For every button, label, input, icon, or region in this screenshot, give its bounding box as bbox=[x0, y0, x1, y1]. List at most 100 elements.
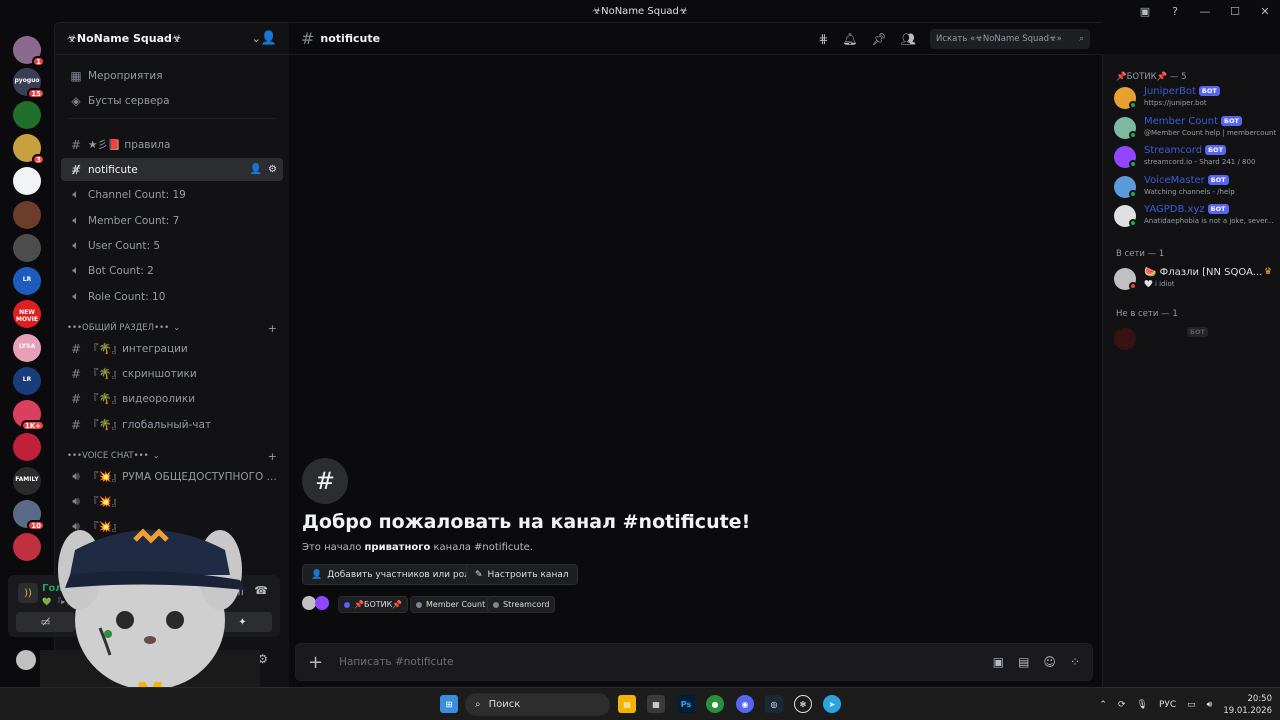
server-icon[interactable] bbox=[13, 433, 41, 461]
server-icon[interactable]: NEW MOVIE bbox=[13, 300, 41, 328]
server-icon[interactable]: pyoguo 15 bbox=[13, 68, 45, 99]
gif-icon[interactable]: ▣ bbox=[993, 655, 1004, 669]
channel-settings-button[interactable]: ✎ Настроить канал bbox=[466, 564, 578, 585]
server-icon[interactable]: 3 bbox=[13, 134, 45, 165]
status-dot bbox=[1129, 189, 1137, 198]
channel-role-count[interactable]: 🔈︎ Role Count: 10 bbox=[61, 285, 283, 308]
maximize-icon[interactable]: ☐ bbox=[1220, 0, 1250, 22]
welcome-subtitle: Это начало приватного канала #notificute… bbox=[302, 542, 533, 553]
chip-label: 📌БОТИК📌 bbox=[354, 600, 403, 609]
member-bot[interactable]: VoiceMaster БОТ Watching channels - /help bbox=[1114, 174, 1279, 200]
channel-member-count[interactable]: 🔈︎ Member Count: 7 bbox=[61, 209, 283, 232]
chevron-up-icon[interactable]: ⌃ bbox=[1099, 700, 1107, 710]
search-icon: ⌕ bbox=[475, 699, 481, 710]
welcome-title: Добро пожаловать на канал #notificute! bbox=[302, 511, 751, 533]
channel-global-chat[interactable]: # 『🌴』глобальный-чат bbox=[61, 413, 283, 436]
member-bot[interactable]: YAGPDB.xyz БОТ Anatidaephobia is not a jok… bbox=[1114, 203, 1279, 229]
server-icon[interactable]: LYSA bbox=[13, 334, 41, 362]
steam-icon[interactable]: ◎ bbox=[765, 695, 783, 713]
windows-icon[interactable]: ⊞ bbox=[440, 695, 458, 713]
server-icon[interactable] bbox=[13, 167, 41, 195]
add-attachment-icon[interactable]: + bbox=[308, 652, 323, 673]
chatgpt-icon[interactable]: ✻ bbox=[794, 695, 812, 713]
help-icon[interactable]: ? bbox=[1160, 0, 1190, 22]
channel-integrations[interactable]: # 『🌴』интеграции bbox=[61, 337, 283, 360]
sticker-icon[interactable]: ▤ bbox=[1018, 655, 1029, 669]
invite-icon[interactable]: 👤 bbox=[250, 164, 262, 175]
minimize-icon[interactable]: — bbox=[1190, 0, 1220, 22]
server-icon[interactable]: LR bbox=[13, 267, 41, 295]
channel-videos[interactable]: # 『🌴』видеоролики bbox=[61, 387, 283, 410]
server-label: FAMILY bbox=[15, 476, 39, 483]
server-icon[interactable] bbox=[13, 201, 41, 229]
channel-notificute[interactable]: #̸ notificute 👤 ⚙ bbox=[61, 158, 283, 181]
member-name-text: Streamcord bbox=[1144, 145, 1203, 156]
server-label: LR bbox=[22, 276, 32, 283]
add-member-icon[interactable]: 👤 bbox=[261, 31, 277, 46]
clock[interactable]: 20:50 19.01.2026 bbox=[1223, 693, 1272, 717]
taskbar-search[interactable]: ⌕ Поиск bbox=[465, 693, 610, 716]
files-icon[interactable]: ▤ bbox=[618, 695, 636, 713]
chrome-icon[interactable]: ● bbox=[706, 695, 724, 713]
mic-icon[interactable]: 🎙︎ bbox=[1137, 700, 1148, 710]
message-composer[interactable]: + Написать #notificute ▣ ▤ ☺ ⁘ bbox=[295, 643, 1093, 681]
emoji-icon[interactable]: ☺ bbox=[1043, 655, 1056, 669]
member-bot[interactable]: Member Count БОТ @Member Count help | memb… bbox=[1114, 115, 1279, 141]
member-chip-member-count[interactable]: Member Count bbox=[410, 596, 492, 613]
add-members-button[interactable]: 👤 Добавить участников или роли bbox=[302, 564, 485, 585]
channel-bot-count[interactable]: 🔈︎ Bot Count: 2 bbox=[61, 259, 283, 282]
chevron-down-icon[interactable]: ⌄ bbox=[252, 32, 261, 45]
server-icon[interactable]: LR bbox=[13, 367, 41, 395]
hash-icon: # bbox=[70, 417, 82, 432]
inbox-icon[interactable]: ▣ bbox=[1130, 0, 1160, 22]
close-icon[interactable]: ✕ bbox=[1250, 0, 1280, 22]
add-channel-icon[interactable]: + bbox=[268, 450, 277, 463]
member-online[interactable]: 🍉 Флазли [NN SQOA... ♛ 🤍 i idiot bbox=[1114, 266, 1279, 292]
server-icon[interactable] bbox=[13, 234, 41, 262]
bell-icon[interactable]: 🔔︎ bbox=[842, 32, 857, 46]
channel-user-count[interactable]: 🔈︎ User Count: 5 bbox=[61, 234, 283, 257]
chip-label: Member Count bbox=[426, 600, 486, 609]
channel-rules[interactable]: # ★彡📕 правила bbox=[61, 133, 283, 156]
sidebar-item-boosts[interactable]: ◈ Бусты сервера bbox=[61, 89, 283, 112]
member-chip-streamcord[interactable]: Streamcord bbox=[487, 596, 556, 613]
server-icon[interactable]: 1 bbox=[13, 36, 45, 67]
sync-icon[interactable]: ⟳ bbox=[1118, 700, 1126, 710]
apps-icon[interactable]: ⁘ bbox=[1070, 655, 1080, 669]
role-chip-botik[interactable]: 📌БОТИК📌 bbox=[338, 596, 409, 613]
language-indicator[interactable]: РУС bbox=[1159, 700, 1176, 710]
members-icon[interactable]: 👥︎ bbox=[901, 32, 916, 46]
volume-icon[interactable]: 🔊︎ bbox=[1207, 700, 1213, 710]
member-activity: Anatidaephobia is not a joke, sever... bbox=[1144, 217, 1274, 225]
store-icon[interactable]: ▦ bbox=[647, 695, 665, 713]
network-icon[interactable]: ▭ bbox=[1187, 700, 1196, 710]
guild-header[interactable]: ☣NoName Squad☣ ⌄ 👤 bbox=[55, 23, 289, 55]
member-name: 🍉 Флазли [NN SQOA... bbox=[1144, 267, 1263, 278]
category-general[interactable]: •••ОБЩИЙ РАЗДЕЛ••• ⌄ + bbox=[67, 321, 277, 335]
voice-channel-public[interactable]: 🔊︎ 『💥』РУМА ОБЩЕДОСТУПНОГО ... bbox=[61, 465, 283, 488]
gear-icon[interactable]: ⚙ bbox=[268, 164, 277, 175]
category-voice[interactable]: •••VOICE CHAT••• ⌄ + bbox=[67, 449, 277, 463]
notification-badge: 15 bbox=[27, 88, 45, 99]
member-bot[interactable]: JuniperBot БОТ https://juniper.bot bbox=[1114, 85, 1279, 111]
telegram-icon[interactable]: ➤ bbox=[823, 695, 841, 713]
search-input[interactable]: Искать «☣NoName Squad☣» ⌕ bbox=[930, 28, 1090, 49]
server-icon[interactable]: FAMILY bbox=[13, 467, 41, 495]
server-label: pyoguo bbox=[14, 77, 40, 84]
server-label: LYSA bbox=[18, 343, 36, 350]
server-icon[interactable]: 1K+ bbox=[13, 400, 45, 431]
threads-icon[interactable]: ⋕ bbox=[818, 32, 828, 46]
main-chat: # notificute ⋕ 🔔︎ 📌︎ 👥︎ Искать «☣NoName … bbox=[289, 22, 1102, 687]
add-channel-icon[interactable]: + bbox=[268, 322, 277, 335]
channel-screenshots[interactable]: # 『🌴』скриншотики bbox=[61, 362, 283, 385]
discord-icon[interactable]: ◉ bbox=[736, 695, 754, 713]
sidebar-item-events[interactable]: ▦ Мероприятия bbox=[61, 64, 283, 87]
channel-label: 『💥』РУМА ОБЩЕДОСТУПНОГО ... bbox=[88, 471, 277, 483]
pin-icon[interactable]: 📌︎ bbox=[872, 32, 887, 46]
channel-channel-count[interactable]: 🔈︎ Channel Count: 19 bbox=[61, 183, 283, 206]
message-input[interactable]: Написать #notificute bbox=[339, 656, 453, 668]
member-offline[interactable]: БОТ bbox=[1114, 326, 1279, 352]
server-icon[interactable] bbox=[13, 101, 41, 129]
member-bot[interactable]: Streamcord БОТ streamcord.io - Shard 241 /… bbox=[1114, 144, 1279, 170]
photoshop-icon[interactable]: Ps bbox=[677, 695, 695, 713]
